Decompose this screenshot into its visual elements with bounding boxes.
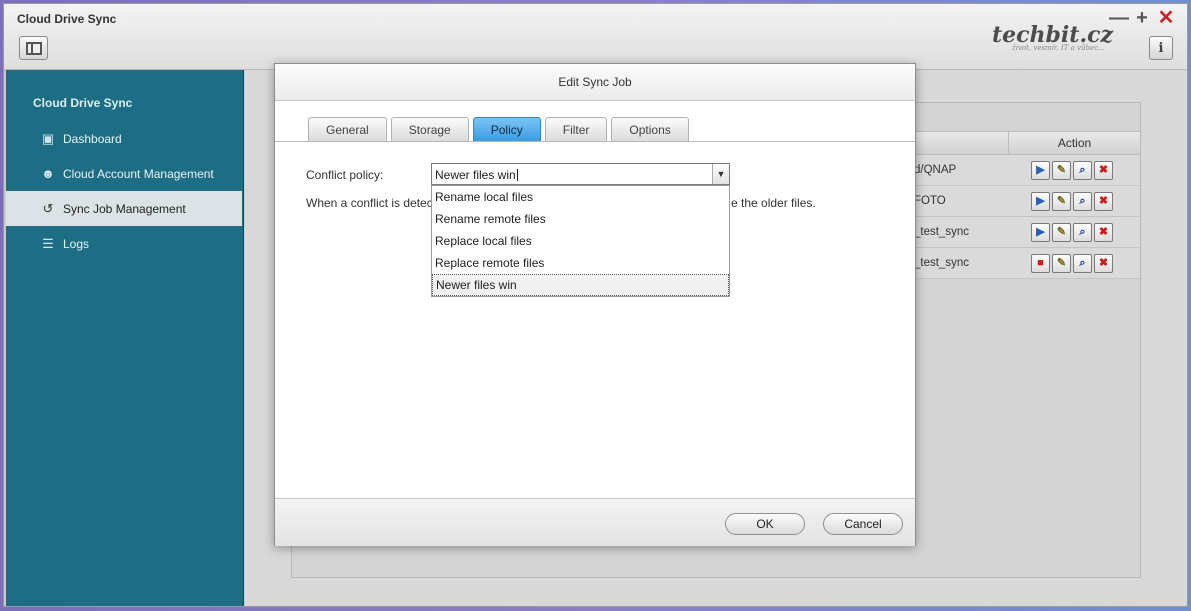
details-icon[interactable]: ⌕ [1073, 223, 1092, 242]
ok-button[interactable]: OK [725, 513, 805, 535]
monitor-icon: ▣ [41, 130, 55, 146]
brand-tagline: život, vesmír, IT a vůbec... [1012, 44, 1105, 52]
sidebar-item-dashboard[interactable]: ▣ Dashboard [6, 121, 242, 156]
sidebar-item-sync-job-management[interactable]: ↺ Sync Job Management [6, 191, 242, 226]
sidebar-toggle-button[interactable] [19, 36, 48, 60]
delete-icon[interactable]: ✖ [1094, 223, 1113, 242]
tab-general[interactable]: General [308, 117, 387, 141]
edit-sync-job-dialog: Edit Sync Job General Storage Policy Fil… [274, 63, 916, 546]
dialog-title: Edit Sync Job [275, 64, 915, 101]
edit-icon[interactable]: ✎ [1052, 161, 1071, 180]
details-icon[interactable]: ⌕ [1073, 192, 1092, 211]
row-actions: ▶ ✎ ⌕ ✖ [1031, 192, 1113, 211]
sidebar-item-cloud-account-management[interactable]: ☻ Cloud Account Management [6, 156, 242, 191]
policy-description: When a conflict is detec [306, 196, 433, 210]
job-path: FOTO [914, 195, 946, 207]
row-actions: ■ ✎ ⌕ ✖ [1031, 254, 1113, 273]
sidebar-item-label: Sync Job Management [63, 201, 186, 216]
edit-icon[interactable]: ✎ [1052, 192, 1071, 211]
info-button[interactable]: i [1149, 36, 1173, 60]
log-icon: ☰ [42, 235, 54, 251]
delete-icon[interactable]: ✖ [1094, 161, 1113, 180]
tab-storage[interactable]: Storage [390, 117, 469, 141]
edit-icon[interactable]: ✎ [1052, 254, 1071, 273]
app-title: Cloud Drive Sync [17, 12, 117, 26]
history-icon: ↺ [42, 200, 54, 216]
maximize-icon[interactable]: + [1133, 8, 1151, 28]
panel-icon [25, 41, 42, 55]
sidebar-item-label: Cloud Account Management [63, 166, 214, 181]
delete-icon[interactable]: ✖ [1094, 254, 1113, 273]
details-icon[interactable]: ⌕ [1073, 161, 1092, 180]
job-path: d/QNAP [914, 164, 957, 176]
option-rename-remote-files[interactable]: Rename remote files [432, 208, 729, 230]
chevron-down-icon[interactable]: ▼ [712, 164, 729, 184]
play-icon[interactable]: ▶ [1031, 192, 1050, 211]
sidebar: Cloud Drive Sync ▣ Dashboard ☻ Cloud Acc… [6, 70, 244, 606]
play-icon[interactable]: ▶ [1031, 161, 1050, 180]
sidebar-item-label: Dashboard [63, 131, 122, 146]
close-icon[interactable]: ✕ [1157, 8, 1175, 28]
tab-options[interactable]: Options [611, 117, 689, 141]
row-actions: ▶ ✎ ⌕ ✖ [1031, 161, 1113, 180]
job-path: _test_sync [914, 226, 969, 238]
cancel-button[interactable]: Cancel [823, 513, 903, 535]
dialog-tabs: General Storage Policy Filter Options [308, 117, 689, 141]
row-actions: ▶ ✎ ⌕ ✖ [1031, 223, 1113, 242]
job-path: _test_sync [914, 257, 969, 269]
conflict-policy-select[interactable]: Newer files win ▼ [431, 163, 730, 185]
policy-description-end: e the older files. [731, 196, 816, 210]
sidebar-item-logs[interactable]: ☰ Logs [6, 226, 242, 261]
sidebar-title: Cloud Drive Sync [33, 96, 133, 110]
delete-icon[interactable]: ✖ [1094, 192, 1113, 211]
option-newer-files-win[interactable]: Newer files win [432, 274, 729, 296]
tab-policy[interactable]: Policy [472, 117, 541, 141]
minimize-icon[interactable]: — [1109, 8, 1129, 28]
conflict-policy-label: Conflict policy: [306, 168, 384, 182]
play-icon[interactable]: ▶ [1031, 223, 1050, 242]
conflict-policy-dropdown: Rename local files Rename remote files R… [431, 185, 730, 297]
action-column-header: Action [1008, 132, 1140, 154]
dialog-footer: OK Cancel [275, 498, 915, 546]
details-icon[interactable]: ⌕ [1073, 254, 1092, 273]
conflict-policy-value: Newer files win [435, 168, 518, 182]
option-replace-remote-files[interactable]: Replace remote files [432, 252, 729, 274]
titlebar: Cloud Drive Sync techbit.cz život, vesmí… [4, 4, 1187, 70]
tab-filter[interactable]: Filter [544, 117, 608, 141]
sidebar-item-label: Logs [63, 236, 90, 251]
tab-divider [275, 141, 915, 142]
stop-icon[interactable]: ■ [1031, 254, 1050, 273]
option-replace-local-files[interactable]: Replace local files [432, 230, 729, 252]
user-icon: ☻ [41, 165, 55, 181]
option-rename-local-files[interactable]: Rename local files [432, 186, 729, 208]
edit-icon[interactable]: ✎ [1052, 223, 1071, 242]
